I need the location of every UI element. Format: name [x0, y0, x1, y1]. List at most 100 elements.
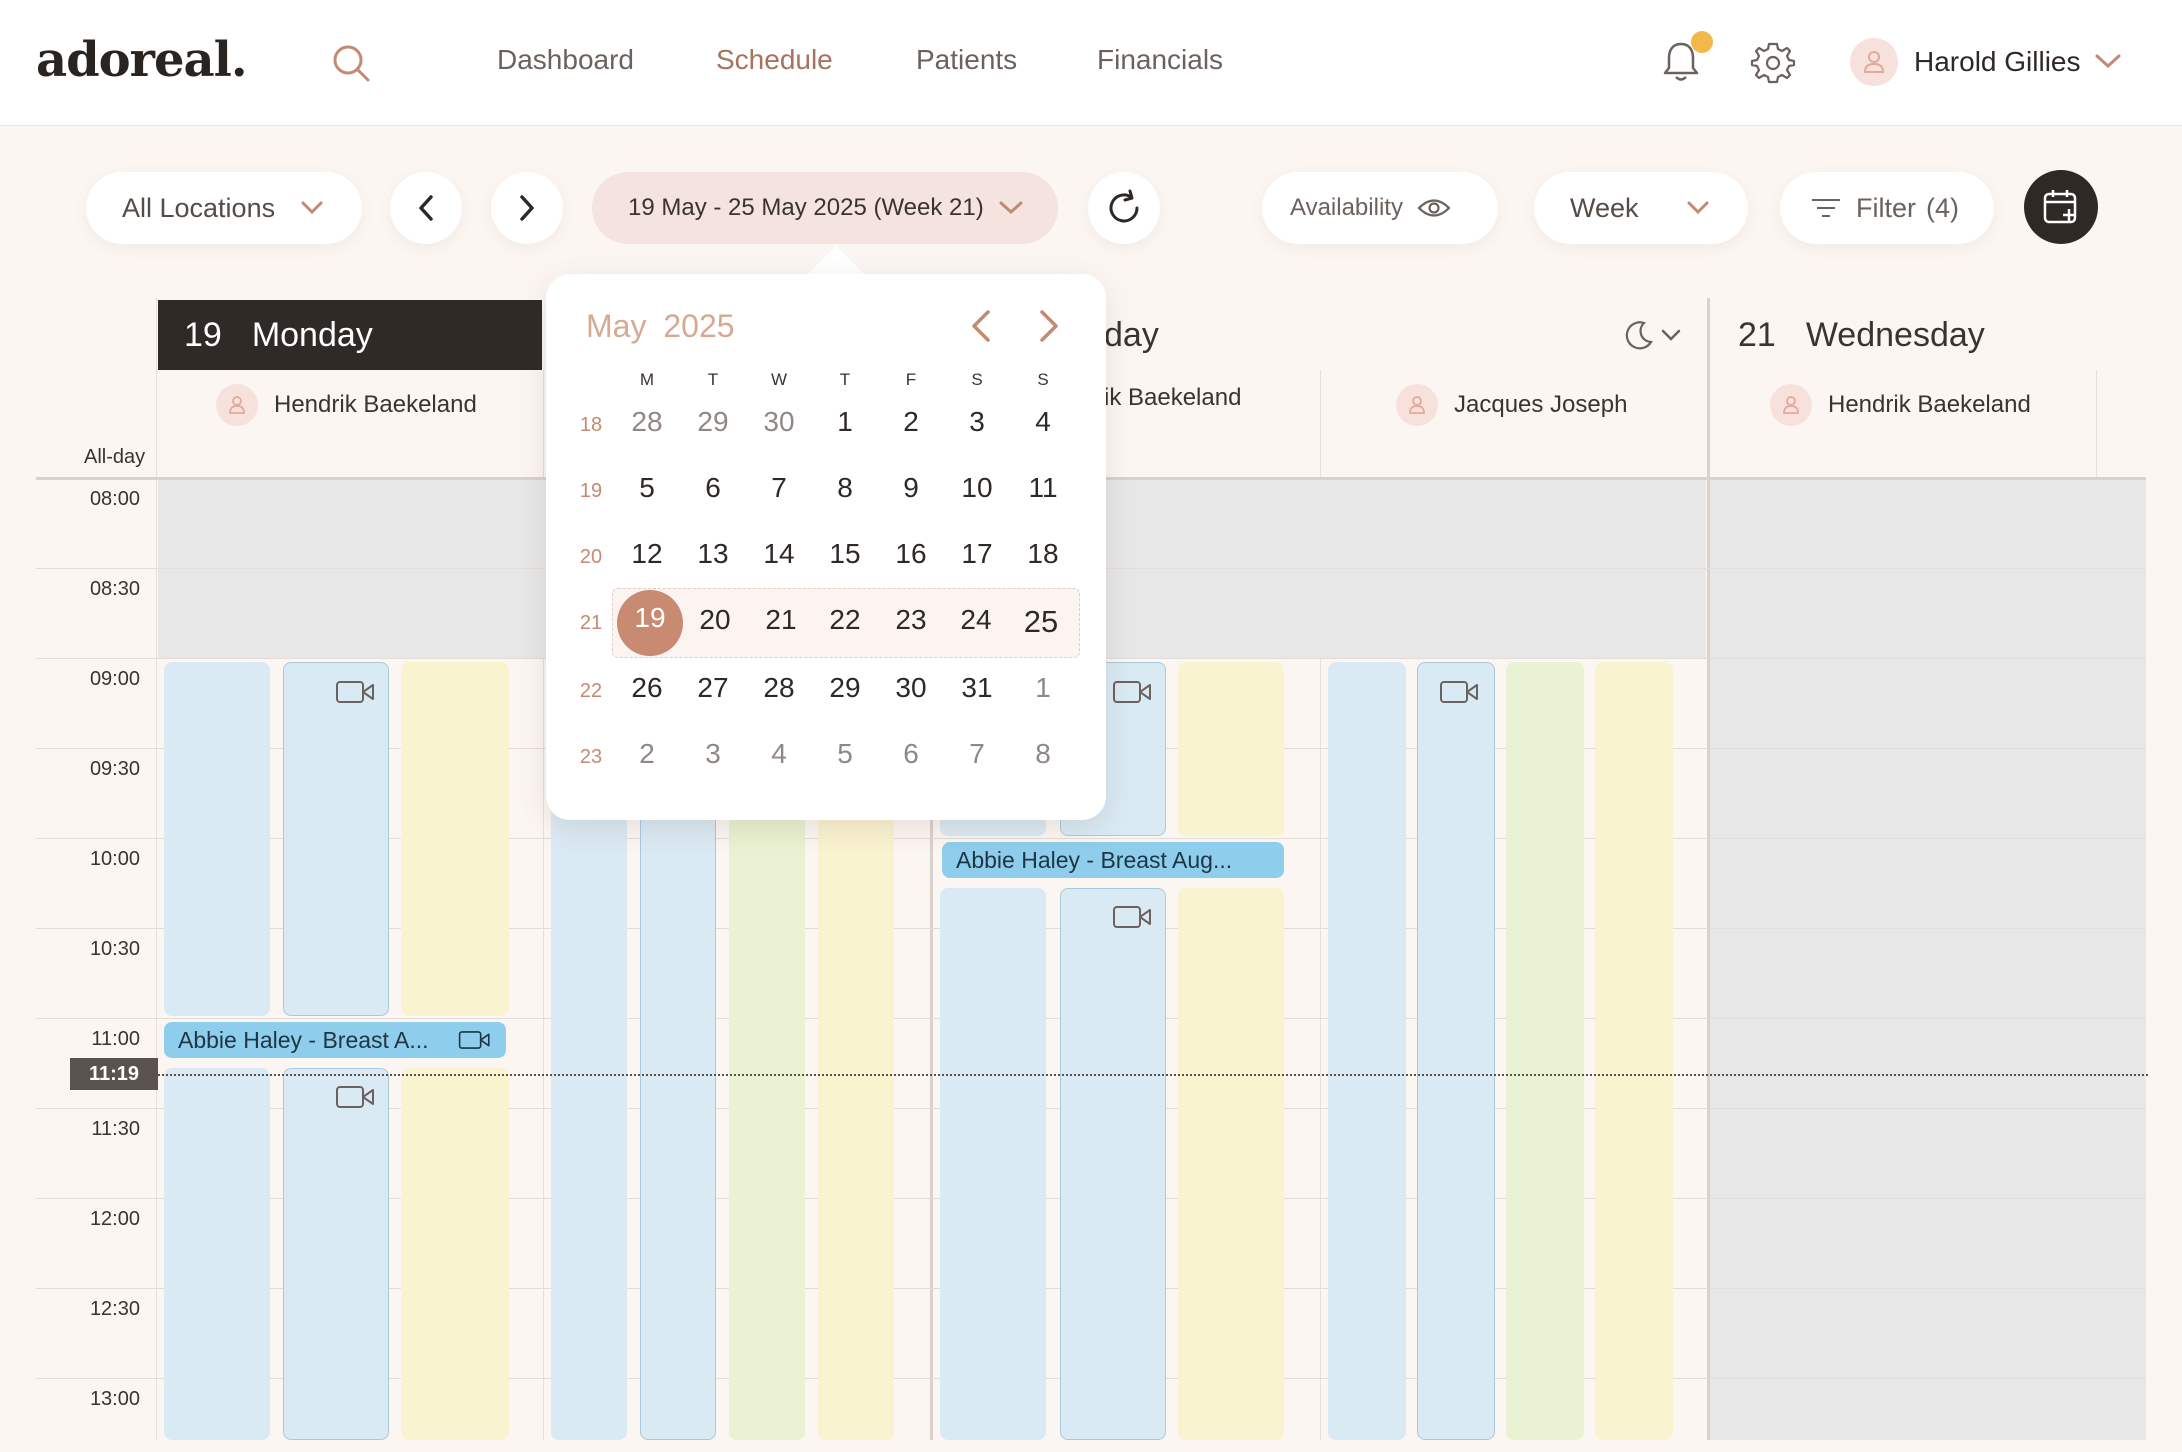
availability-slot[interactable] [1178, 888, 1284, 1440]
nav-schedule[interactable]: Schedule [716, 44, 833, 76]
picker-day[interactable]: 8 [820, 472, 870, 504]
picker-day[interactable]: 22 [820, 604, 870, 636]
moon-icon[interactable] [1622, 318, 1656, 352]
availability-slot[interactable] [1178, 662, 1284, 836]
availability-slot[interactable] [164, 662, 270, 1016]
picker-day[interactable]: 25 [1016, 604, 1066, 640]
picker-day[interactable]: 2 [886, 406, 936, 438]
appointment-event[interactable]: Abbie Haley - Breast A... [164, 1022, 506, 1058]
availability-slot[interactable] [1328, 662, 1406, 1440]
availability-slot[interactable] [1506, 662, 1584, 1440]
picker-day[interactable]: 23 [886, 604, 936, 636]
picker-day[interactable]: 28 [754, 672, 804, 704]
availability-slot[interactable] [1060, 888, 1166, 1440]
picker-day[interactable]: 29 [820, 672, 870, 704]
picker-day[interactable]: 11 [1018, 472, 1068, 504]
day-header-tuesday[interactable]: day [1104, 300, 1304, 370]
picker-day[interactable]: 7 [952, 738, 1002, 770]
picker-day[interactable]: 9 [886, 472, 936, 504]
availability-slot[interactable] [283, 1068, 389, 1440]
picker-day[interactable]: 6 [688, 472, 738, 504]
picker-day[interactable]: 4 [754, 738, 804, 770]
week-number: 18 [579, 414, 603, 436]
picker-day[interactable]: 15 [820, 538, 870, 570]
chevron-down-icon[interactable] [2094, 52, 2122, 70]
resource-header[interactable]: Hendrik Baekeland [216, 384, 477, 426]
chevron-down-icon[interactable] [1660, 328, 1682, 342]
prev-week-button[interactable] [390, 172, 462, 244]
picker-day[interactable]: 3 [688, 738, 738, 770]
picker-day-selected[interactable]: 19 [625, 602, 675, 634]
nav-financials[interactable]: Financials [1097, 44, 1223, 76]
calendar-add-icon [2043, 190, 2077, 224]
next-week-button[interactable] [491, 172, 563, 244]
chevron-right-icon[interactable] [1034, 308, 1064, 344]
picker-day[interactable]: 26 [622, 672, 672, 704]
date-range-button[interactable]: 19 May - 25 May 2025 (Week 21) [592, 172, 1058, 244]
resource-header[interactable]: Jacques Joseph [1396, 384, 1627, 426]
availability-slot[interactable] [164, 1068, 270, 1440]
picker-day[interactable]: 31 [952, 672, 1002, 704]
picker-day[interactable]: 21 [756, 604, 806, 636]
picker-day[interactable]: 5 [820, 738, 870, 770]
resource-header[interactable]: rik Baekeland [1096, 384, 1241, 412]
picker-day[interactable]: 4 [1018, 406, 1068, 438]
appointment-event[interactable]: Abbie Haley - Breast Aug... [942, 842, 1284, 878]
picker-day[interactable]: 5 [622, 472, 672, 504]
picker-day[interactable]: 29 [688, 406, 738, 438]
refresh-button[interactable] [1088, 172, 1160, 244]
picker-day[interactable]: 12 [622, 538, 672, 570]
day-header-wednesday[interactable]: 21 Wednesday [1738, 300, 2158, 370]
availability-slot[interactable] [283, 662, 389, 1016]
add-appointment-button[interactable] [2024, 170, 2098, 244]
time-label: 08:00 [89, 488, 140, 510]
picker-day[interactable]: 6 [886, 738, 936, 770]
view-select[interactable]: Week [1534, 172, 1748, 244]
user-avatar[interactable] [1850, 38, 1898, 86]
picker-day[interactable]: 14 [754, 538, 804, 570]
picker-day[interactable]: 1 [1018, 672, 1068, 704]
picker-day[interactable]: 1 [820, 406, 870, 438]
picker-day[interactable]: 24 [951, 604, 1001, 636]
picker-day[interactable]: 3 [952, 406, 1002, 438]
video-camera-icon [1113, 906, 1151, 928]
gear-icon[interactable] [1750, 40, 1796, 86]
picker-day[interactable]: 30 [754, 406, 804, 438]
user-name[interactable]: Harold Gillies [1914, 46, 2081, 78]
availability-slot[interactable] [940, 888, 1046, 1440]
picker-day[interactable]: 18 [1018, 538, 1068, 570]
availability-toggle[interactable]: Availability [1262, 172, 1498, 244]
search-icon[interactable] [330, 42, 372, 84]
filter-button[interactable]: Filter (4) [1780, 172, 1994, 244]
availability-slot[interactable] [401, 662, 509, 1016]
picker-day[interactable]: 27 [688, 672, 738, 704]
location-select[interactable]: All Locations [86, 172, 362, 244]
picker-day[interactable]: 10 [952, 472, 1002, 504]
availability-slot[interactable] [1417, 662, 1495, 1440]
picker-day[interactable]: 7 [754, 472, 804, 504]
picker-pointer [808, 246, 864, 274]
weekday-label: T [839, 370, 851, 389]
picker-day[interactable]: 8 [1018, 738, 1068, 770]
resource-name: rik Baekeland [1096, 384, 1242, 411]
nav-patients[interactable]: Patients [916, 44, 1017, 76]
chevron-left-icon[interactable] [966, 308, 996, 344]
picker-day[interactable]: 20 [690, 604, 740, 636]
picker-day[interactable]: 13 [688, 538, 738, 570]
picker-day[interactable]: 28 [622, 406, 672, 438]
day-header-monday[interactable]: 19 Monday [158, 300, 542, 370]
availability-slot[interactable] [1595, 662, 1673, 1440]
picker-day[interactable]: 2 [622, 738, 672, 770]
picker-day[interactable]: 30 [886, 672, 936, 704]
time-label: 11:00 [91, 1028, 140, 1050]
picker-day[interactable]: 17 [952, 538, 1002, 570]
availability-slot[interactable] [401, 1068, 509, 1440]
picker-day[interactable]: 16 [886, 538, 936, 570]
all-day-label: All-day [84, 446, 146, 468]
nav-dashboard[interactable]: Dashboard [497, 44, 634, 76]
resource-header[interactable]: Hendrik Baekeland [1770, 384, 2031, 426]
logo[interactable]: adoreal. [36, 32, 248, 88]
person-icon [1396, 384, 1438, 426]
time-label: 10:30 [89, 938, 140, 960]
week-number: 23 [579, 746, 603, 768]
